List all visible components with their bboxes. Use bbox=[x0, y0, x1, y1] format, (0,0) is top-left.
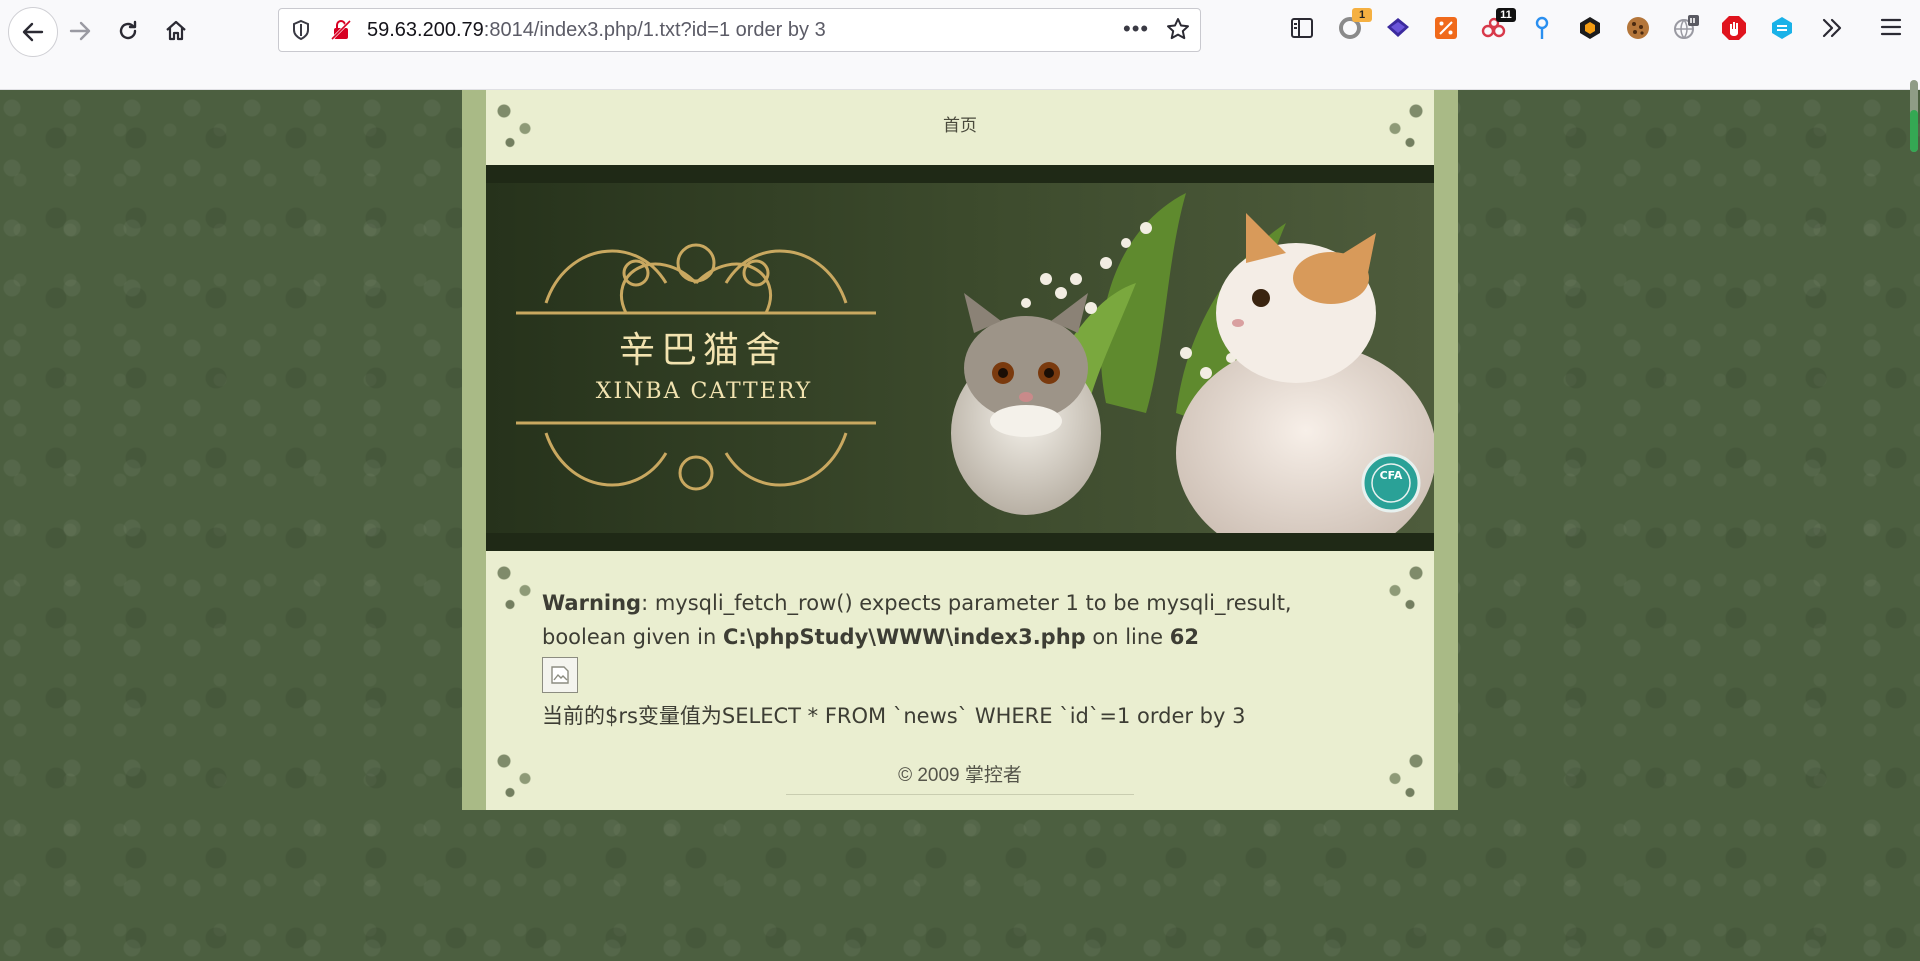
back-button[interactable] bbox=[8, 7, 58, 57]
warning-line-number: 62 bbox=[1169, 625, 1200, 649]
warning-text: on line bbox=[1085, 625, 1170, 649]
app-menu-button[interactable] bbox=[1878, 14, 1904, 45]
scrollbar-thumb[interactable] bbox=[1910, 110, 1918, 152]
extension-cookie-icon[interactable] bbox=[1624, 14, 1652, 42]
insecure-lock-icon[interactable] bbox=[329, 18, 353, 42]
extension-cube-icon[interactable] bbox=[1768, 14, 1796, 42]
broken-image bbox=[542, 657, 578, 693]
site-content-area: 首页 辛巴猫舍 XINBA CATTERY CFA Warning: mysql… bbox=[486, 90, 1434, 810]
banner-border bbox=[486, 533, 1434, 551]
cat-left bbox=[951, 293, 1101, 515]
arrow-right-icon bbox=[69, 21, 91, 41]
nav-link-home[interactable]: 首页 bbox=[943, 116, 977, 136]
url-text[interactable]: 59.63.200.79:8014/index3.php/1.txt?id=1 … bbox=[367, 9, 826, 51]
extension-pin-icon[interactable] bbox=[1528, 14, 1556, 42]
top-nav: 首页 bbox=[486, 90, 1434, 165]
warning-label: Warning bbox=[542, 591, 642, 615]
extension-stop-icon[interactable] bbox=[1720, 14, 1748, 42]
shield-icon[interactable] bbox=[289, 18, 313, 42]
footer-divider bbox=[786, 794, 1134, 795]
extension-layers-icon[interactable] bbox=[1384, 14, 1412, 42]
cfa-badge bbox=[1361, 453, 1421, 513]
scrollbar[interactable] bbox=[1910, 80, 1918, 152]
extension-globe-icon[interactable] bbox=[1672, 14, 1700, 42]
reload-icon bbox=[119, 20, 137, 40]
main-content: Warning: mysqli_fetch_row() expects para… bbox=[542, 586, 1382, 733]
corner-ornament bbox=[486, 552, 546, 622]
corner-ornament bbox=[1374, 552, 1434, 622]
query-output: 当前的$rs变量值为SELECT * FROM `news` WHERE `id… bbox=[542, 704, 1246, 728]
banner-title-english: XINBA CATTERY bbox=[595, 379, 813, 404]
reader-view-icon[interactable] bbox=[1288, 14, 1316, 42]
extension-hex-icon[interactable] bbox=[1576, 14, 1604, 42]
url-path: :8014/index3.php/1.txt?id=1 order by 3 bbox=[483, 19, 826, 41]
arrow-left-icon bbox=[22, 22, 44, 42]
extension-nodes-icon[interactable]: 11 bbox=[1480, 8, 1516, 42]
browser-toolbar: 59.63.200.79:8014/index3.php/1.txt?id=1 … bbox=[0, 0, 1920, 90]
forward-button[interactable] bbox=[58, 9, 102, 53]
extension-badge: 1 bbox=[1352, 8, 1372, 22]
url-host: 59.63.200.79 bbox=[367, 19, 484, 41]
cattery-banner: 辛巴猫舍 XINBA CATTERY CFA bbox=[486, 165, 1434, 551]
broken-image-icon bbox=[551, 666, 569, 684]
banner-border bbox=[486, 165, 1434, 183]
footer-copyright: © 2009 掌控者 bbox=[898, 765, 1022, 786]
overflow-menu-button[interactable] bbox=[1818, 14, 1846, 47]
extension-circle-icon[interactable]: 1 bbox=[1336, 8, 1372, 42]
reload-button[interactable] bbox=[106, 9, 150, 53]
home-button[interactable] bbox=[154, 9, 198, 53]
home-icon bbox=[166, 20, 186, 41]
banner-title-chinese: 辛巴猫舍 bbox=[618, 330, 787, 371]
warning-file-path: C:\phpStudy\WWW\index3.php bbox=[722, 625, 1086, 649]
bookmark-star-icon[interactable] bbox=[1165, 16, 1191, 42]
php-warning: Warning: mysqli_fetch_row() expects para… bbox=[542, 586, 1382, 654]
site-container: 首页 辛巴猫舍 XINBA CATTERY CFA Warning: mysql… bbox=[462, 90, 1458, 810]
address-bar[interactable]: 59.63.200.79:8014/index3.php/1.txt?id=1 … bbox=[278, 8, 1201, 52]
double-chevron-right-icon bbox=[1822, 18, 1842, 38]
cfa-badge-text: CFA bbox=[1379, 469, 1403, 482]
extension-percent-icon[interactable] bbox=[1432, 14, 1460, 42]
hamburger-icon bbox=[1880, 18, 1902, 36]
extension-badge: 11 bbox=[1496, 8, 1516, 22]
page-actions-button[interactable]: ••• bbox=[1123, 16, 1149, 42]
